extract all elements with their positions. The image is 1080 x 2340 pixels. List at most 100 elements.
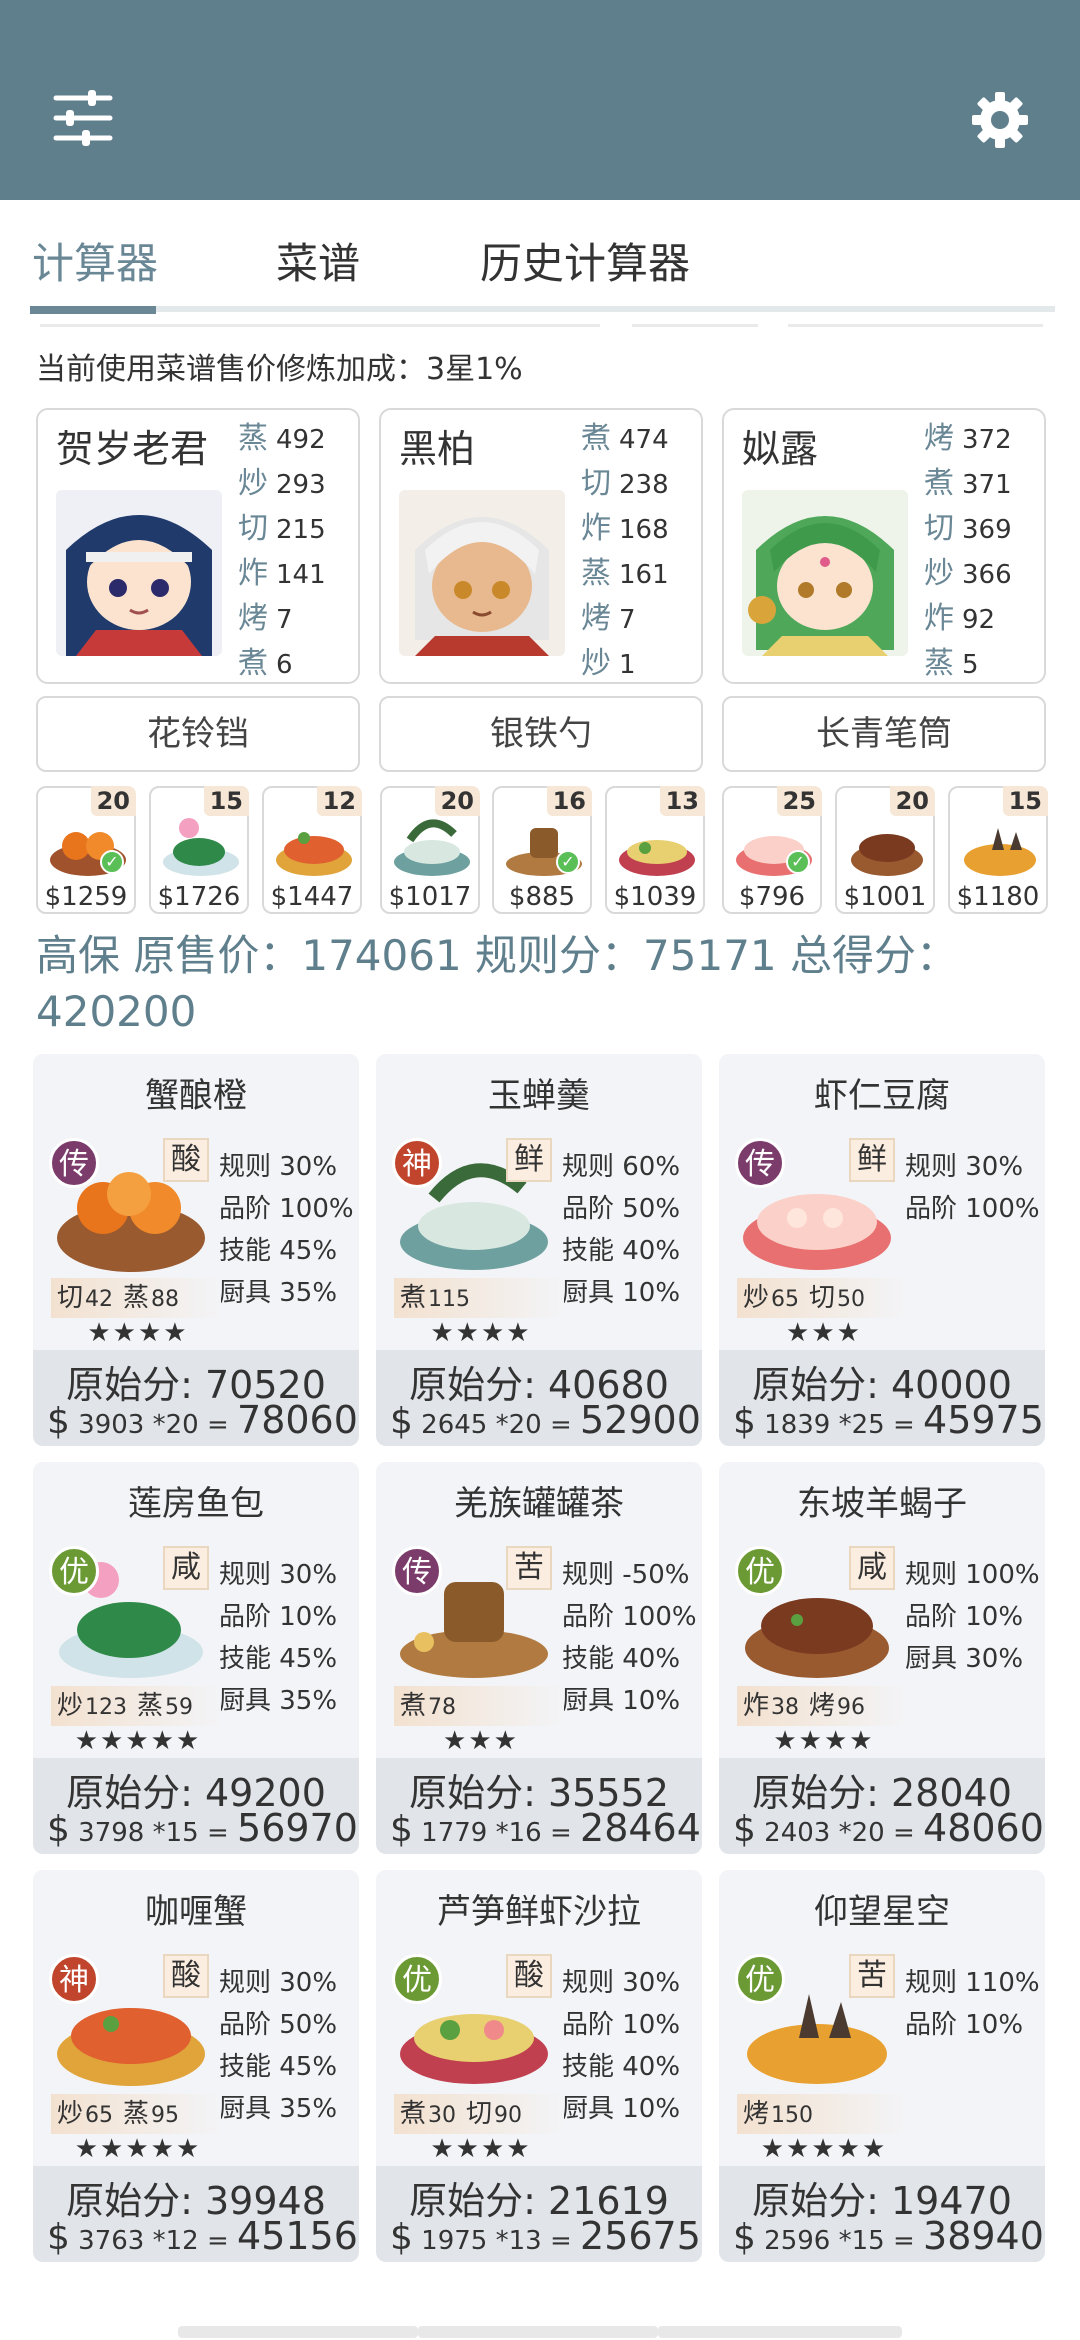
ingredient-item[interactable]: 15 $1180 xyxy=(948,786,1048,914)
rarity-badge: 神 xyxy=(49,1954,99,2004)
ingredient-item[interactable]: 13 $1039 xyxy=(605,786,705,914)
total-price: 78060 xyxy=(237,1398,358,1442)
score-modifier: 规则 30% xyxy=(219,1968,338,1998)
rarity-badge: 神 xyxy=(392,1138,442,1188)
skill-value: 38 xyxy=(771,1695,800,1720)
dish-card[interactable]: 咖喱蟹神 酸规则 30% 品阶 50% 技能 45% 厨具 35% 炒65 蒸95 ★★★★★… xyxy=(33,1870,359,2262)
ingredient-item[interactable]: 20 ✓ $1259 xyxy=(36,786,136,914)
dollar-sign: $ xyxy=(390,2217,413,2258)
tab-active-indicator xyxy=(30,306,156,314)
chef-card[interactable]: 姒露 烤 372 煮 371 切 369 炒 366 炸 92 蒸5 xyxy=(722,408,1046,684)
equipment-button[interactable]: 银铁勺 xyxy=(379,696,703,772)
dish-name: 羌族罐罐茶 xyxy=(454,1484,624,1524)
dollar-sign: $ xyxy=(733,2217,756,2258)
skill-type: 切 xyxy=(809,1283,836,1313)
ingredient-price: $1726 xyxy=(157,882,241,912)
score-modifier: 技能 45% xyxy=(219,1644,338,1674)
dollar-sign: $ xyxy=(390,1809,413,1850)
ingredient-item[interactable]: 12 $1447 xyxy=(262,786,362,914)
tab-recipes[interactable]: 菜谱 xyxy=(276,230,360,291)
ingredient-item[interactable]: 25 ✓ $796 xyxy=(722,786,822,914)
dish-card[interactable]: 虾仁豆腐传鲜规则 30% 品阶 100% 炒65 切50 ★★★ 原始分: 40000 $ … xyxy=(719,1054,1045,1446)
scroll-indicator xyxy=(178,2326,418,2338)
rarity-badge: 传 xyxy=(392,1546,442,1596)
equipment-button[interactable]: 长青笔筒 xyxy=(722,696,1046,772)
skill-row: 蒸 161 xyxy=(581,556,669,591)
modifier-list: 规则 30% 品阶 50% 技能 45% 厨具 35% xyxy=(219,1962,337,2130)
tab-history-calculator[interactable]: 历史计算器 xyxy=(480,230,690,291)
dish-name: 蟹酿橙 xyxy=(145,1076,247,1116)
score-summary: 高保 原售价：174061 规则分：75171 总得分：420200 xyxy=(36,931,958,1036)
score-modifier: 厨具 10% xyxy=(562,1686,681,1716)
scroll-indicator xyxy=(658,2326,902,2338)
dish-card[interactable]: 玉蝉羹神鲜规则 60% 品阶 50% 技能 40% 厨具 10% 煮115 ★★★★ 原始分… xyxy=(376,1054,702,1446)
star-rating: ★★★ xyxy=(786,1318,862,1348)
ingredient-item[interactable]: 20 $1017 xyxy=(380,786,480,914)
price-calculation: $ 3903 *20 = 78060 xyxy=(47,1398,358,1442)
skill-value: 115 xyxy=(428,1287,471,1312)
dish-card[interactable]: 羌族罐罐茶传苦规则 -50% 品阶 100% 技能 40% 厨具 10% 煮78 ★★★ 原… xyxy=(376,1462,702,1854)
multiplier: *12 xyxy=(152,2226,199,2256)
multiplier: *15 xyxy=(152,1818,199,1848)
star-rating: ★★★★ xyxy=(430,2134,532,2164)
score-modifier: 品阶 10% xyxy=(219,1602,338,1632)
dish-icon xyxy=(851,834,923,876)
dish-card[interactable]: 莲房鱼包优 咸规则 30% 品阶 10% 技能 45% 厨具 35% 炒123 蒸59 ★★★… xyxy=(33,1462,359,1854)
dollar-sign: $ xyxy=(47,1401,70,1442)
star-rating: ★★★★ xyxy=(87,1318,189,1348)
skill-requirements: 煮78 xyxy=(394,1686,564,1726)
dish-card[interactable]: 芦笋鲜虾沙拉优 酸规则 30% 品阶 10% 技能 40% 厨具 10% 煮30 切90 ★★… xyxy=(376,1870,702,2262)
tab-calculator[interactable]: 计算器 xyxy=(32,230,158,291)
dish-icon xyxy=(964,828,1036,876)
chef-card[interactable]: 黑柏 煮 474 切 238 炸 168 蒸 161 烤7 炒1 xyxy=(379,408,703,684)
skill-value: 90 xyxy=(494,2103,523,2128)
ingredient-item[interactable]: 15 $1726 xyxy=(149,786,249,914)
score-modifier: 规则 110% xyxy=(905,1968,1040,1998)
skill-type: 炒 xyxy=(57,1691,84,1721)
ingredient-item[interactable]: 20 $1001 xyxy=(835,786,935,914)
chef-avatar xyxy=(742,490,908,656)
dish-card[interactable]: 东坡羊蝎子优咸规则 100% 品阶 10% 厨具 30% 炸38 烤96 ★★★★ 原始分:… xyxy=(719,1462,1045,1854)
rarity-badge: 优 xyxy=(735,1546,785,1596)
score-modifier: 品阶 100% xyxy=(219,1194,354,1224)
rarity-badge: 优 xyxy=(735,1954,785,2004)
chef-name: 黑柏 xyxy=(399,427,476,471)
score-modifier: 品阶 10% xyxy=(905,1602,1024,1632)
dish-card[interactable]: 仰望星空优苦规则 110% 品阶 10% 烤150 ★★★★★ 原始分: 19470 $ … xyxy=(719,1870,1045,2262)
modifier-list: 规则 30% 品阶 100% 技能 45% 厨具 35% xyxy=(219,1146,354,1314)
flavor-tag: 酸 xyxy=(506,1954,552,1998)
total-price: 25675 xyxy=(580,2214,701,2258)
flavor-tag: 鲜 xyxy=(849,1138,895,1182)
star-rating: ★★★★★ xyxy=(74,2134,202,2164)
ingredient-item[interactable]: 16 ✓ $885 xyxy=(492,786,592,914)
skill-requirements: 煮115 xyxy=(394,1278,564,1318)
dish-name: 莲房鱼包 xyxy=(128,1484,264,1524)
dollar-sign: $ xyxy=(47,1809,70,1850)
score-modifier: 技能 40% xyxy=(562,2052,681,2082)
skill-value: 96 xyxy=(837,1695,866,1720)
price-calculation: $ 2403 *20 = 48060 xyxy=(733,1806,1044,1850)
flavor-tag: 咸 xyxy=(163,1546,209,1590)
score-modifier: 厨具 35% xyxy=(219,1278,338,1308)
sliders-icon[interactable] xyxy=(52,90,114,146)
skill-row: 炒 293 xyxy=(238,466,326,501)
dollar-sign: $ xyxy=(733,1401,756,1442)
score-modifier: 技能 45% xyxy=(219,1236,338,1266)
score-modifier: 厨具 35% xyxy=(219,2094,338,2124)
equipment-button[interactable]: 花铃铛 xyxy=(36,696,360,772)
skill-requirements: 炸38 烤96 xyxy=(737,1686,907,1726)
flavor-tag: 咸 xyxy=(849,1546,895,1590)
price-calculation: $ 2645 *20 = 52900 xyxy=(390,1398,701,1442)
tab-bar: 计算器 菜谱 历史计算器 xyxy=(0,200,1080,320)
skill-type: 煮 xyxy=(400,2099,427,2129)
gear-icon[interactable] xyxy=(970,90,1030,150)
score-modifier: 规则 60% xyxy=(562,1152,681,1182)
dish-card[interactable]: 蟹酿橙传 酸规则 30% 品阶 100% 技能 45% 厨具 35% 切42 蒸88 ★★★★… xyxy=(33,1054,359,1446)
skill-row: 炸 141 xyxy=(238,556,326,591)
flavor-tag: 苦 xyxy=(849,1954,895,1998)
skill-row: 切 369 xyxy=(924,511,1012,546)
chef-card[interactable]: 贺岁老君 蒸 492 炒 293 切 215 炸 141 烤7 煮6 xyxy=(36,408,360,684)
price-calculation: $ 1779 *16 = 28464 xyxy=(390,1806,701,1850)
score-modifier: 厨具 35% xyxy=(219,1686,338,1716)
bonus-info-text: 当前使用菜谱售价修炼加成：3星1% xyxy=(36,352,523,387)
